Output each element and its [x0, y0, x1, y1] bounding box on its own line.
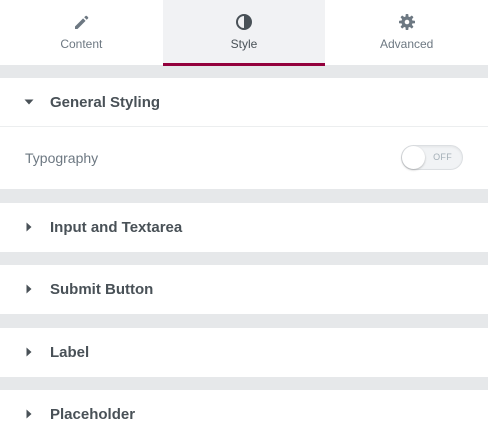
pencil-icon: [75, 15, 89, 29]
section-header-input-and-textarea[interactable]: Input and Textarea: [0, 203, 488, 251]
scrollbar[interactable]: [488, 0, 492, 440]
toggle-knob: [402, 146, 425, 169]
section-title: Placeholder: [50, 405, 136, 423]
section-header-placeholder[interactable]: Placeholder: [0, 390, 488, 438]
tab-content[interactable]: Content: [0, 0, 163, 65]
toggle-state-text: OFF: [433, 152, 452, 162]
section-title: General Styling: [50, 93, 161, 111]
section-submit-button: Submit Button: [0, 265, 488, 314]
section-placeholder: Placeholder: [0, 390, 488, 440]
gear-icon: [398, 14, 415, 30]
caret-right-icon: [26, 409, 32, 419]
section-title: Submit Button: [50, 280, 154, 298]
section-title: Label: [50, 343, 90, 361]
editor-panel: Content Style Advanced General Styling T…: [0, 0, 488, 440]
tab-advanced[interactable]: Advanced: [325, 0, 488, 65]
caret-down-icon: [24, 99, 34, 105]
tab-style-label: Style: [230, 37, 258, 51]
section-title: Input and Textarea: [50, 218, 183, 236]
tab-content-label: Content: [60, 37, 103, 51]
section-label: Label: [0, 328, 488, 377]
section-general-styling: General Styling Typography OFF: [0, 78, 488, 189]
section-header-general-styling[interactable]: General Styling: [0, 78, 488, 126]
caret-right-icon: [26, 347, 32, 357]
section-header-label[interactable]: Label: [0, 328, 488, 376]
tab-advanced-label: Advanced: [379, 37, 434, 51]
control-label-typography: Typography: [25, 149, 99, 166]
control-typography: Typography OFF: [0, 126, 488, 188]
caret-right-icon: [26, 222, 32, 232]
panel-tabs: Content Style Advanced: [0, 0, 488, 66]
caret-right-icon: [26, 284, 32, 294]
contrast-icon: [236, 14, 252, 30]
tab-style[interactable]: Style: [162, 0, 326, 66]
section-input-and-textarea: Input and Textarea: [0, 203, 488, 252]
section-header-submit-button[interactable]: Submit Button: [0, 265, 488, 313]
typography-toggle[interactable]: OFF: [401, 145, 463, 170]
